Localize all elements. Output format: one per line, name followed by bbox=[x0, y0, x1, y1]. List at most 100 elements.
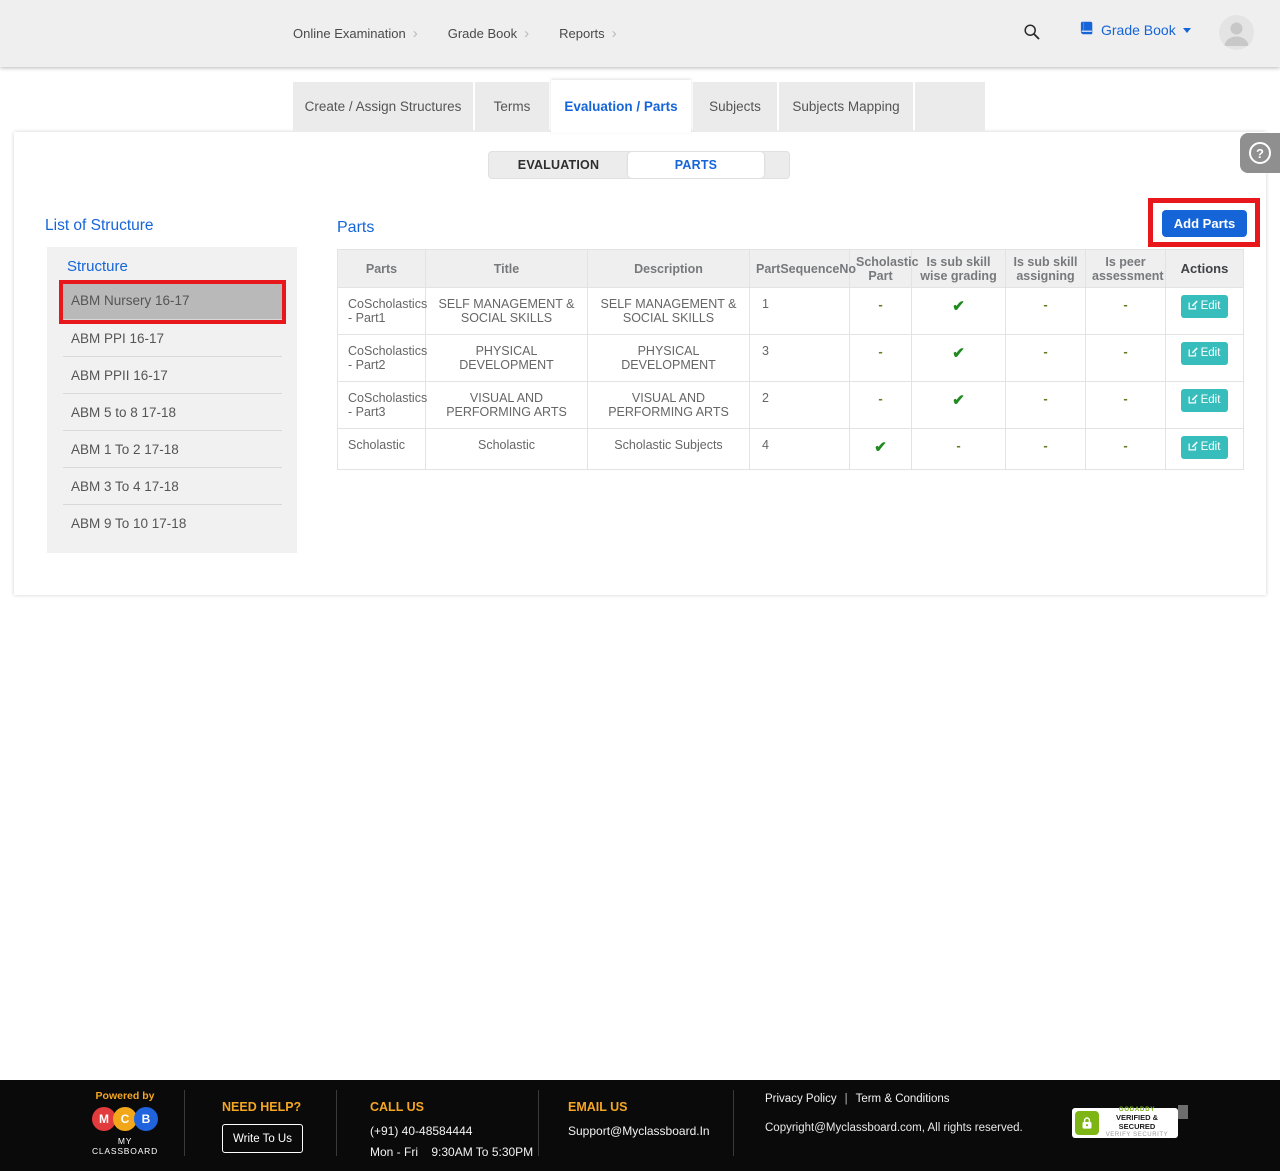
help-button[interactable]: ? bbox=[1240, 133, 1280, 173]
cell-part-sequence-no: 4 bbox=[749, 428, 850, 470]
toggle-parts[interactable]: PARTS bbox=[628, 152, 764, 178]
cell-sub-skill-assigning: - bbox=[1005, 428, 1086, 470]
cell-sub-skill-wise-grading: ✔ bbox=[911, 334, 1006, 382]
nav-item-grade-book[interactable]: Grade Book › bbox=[448, 26, 529, 41]
book-icon bbox=[1079, 21, 1094, 38]
cell-part-sequence-no: 3 bbox=[749, 334, 850, 382]
edit-button[interactable]: Edit bbox=[1180, 389, 1229, 412]
structure-item[interactable]: ABM Nursery 16-17 bbox=[63, 282, 282, 319]
cell-actions: Edit bbox=[1165, 381, 1244, 429]
cell-actions: Edit bbox=[1165, 428, 1244, 470]
top-nav: Online Examination › Grade Book › Report… bbox=[293, 0, 617, 67]
structure-item[interactable]: ABM PPI 16-17 bbox=[63, 319, 282, 356]
footer-divider bbox=[733, 1090, 734, 1156]
parts-title: Parts bbox=[337, 219, 375, 236]
terms-conditions-link[interactable]: Term & Conditions bbox=[856, 1093, 950, 1105]
add-parts-button[interactable]: Add Parts bbox=[1162, 210, 1247, 237]
col-header-scholastic-part: Scholastic Part bbox=[849, 249, 919, 288]
cell-title: VISUAL AND PERFORMING ARTS bbox=[425, 381, 588, 429]
cell-title: SELF MANAGEMENT & SOCIAL SKILLS bbox=[425, 287, 588, 335]
cell-title: PHYSICAL DEVELOPMENT bbox=[425, 334, 588, 382]
chevron-right-icon: › bbox=[524, 25, 530, 42]
edit-button[interactable]: Edit bbox=[1180, 436, 1229, 459]
logo-circle-b: B bbox=[134, 1107, 158, 1131]
search-icon[interactable] bbox=[1023, 23, 1043, 43]
copyright-text: Copyright@Myclassboard.com, All rights r… bbox=[765, 1122, 1023, 1134]
col-header-sub-skill-assigning: Is sub skill assigning bbox=[1005, 249, 1086, 288]
cell-scholastic-part: ✔ bbox=[849, 428, 912, 470]
write-to-us-button[interactable]: Write To Us bbox=[222, 1124, 303, 1153]
cell-parts: CoScholastics - Part2 bbox=[337, 334, 427, 382]
cell-sub-skill-wise-grading: ✔ bbox=[911, 287, 1006, 335]
godaddy-security-badge[interactable]: GODADDY VERIFIED & SECURED VERIFY SECURI… bbox=[1072, 1107, 1178, 1138]
table-header-row: Parts Title Description PartSequenceNo S… bbox=[337, 249, 1244, 288]
cell-sub-skill-assigning: - bbox=[1005, 334, 1086, 382]
legal-separator: | bbox=[844, 1093, 848, 1105]
cell-title: Scholastic bbox=[425, 428, 588, 470]
phone-number: (+91) 40-48584444 bbox=[370, 1124, 473, 1138]
parts-table: Parts Title Description PartSequenceNo S… bbox=[337, 249, 1244, 470]
structure-item[interactable]: ABM 3 To 4 17-18 bbox=[63, 467, 282, 504]
cell-description: PHYSICAL DEVELOPMENT bbox=[587, 334, 750, 382]
footer-divider bbox=[538, 1090, 539, 1156]
cell-actions: Edit bbox=[1165, 287, 1244, 335]
toggle-evaluation[interactable]: EVALUATION bbox=[489, 152, 628, 178]
avatar[interactable] bbox=[1219, 15, 1254, 50]
powered-by-label: Powered by bbox=[95, 1090, 155, 1102]
cell-parts: CoScholastics - Part1 bbox=[337, 287, 427, 335]
email-us-title: EMAIL US bbox=[568, 1100, 628, 1114]
col-header-actions: Actions bbox=[1165, 249, 1244, 288]
cell-parts: Scholastic bbox=[337, 428, 426, 470]
tab-subjects[interactable]: Subjects bbox=[693, 82, 777, 132]
edit-button[interactable]: Edit bbox=[1180, 295, 1229, 318]
support-email-link[interactable]: Support@Myclassboard.In bbox=[568, 1124, 710, 1138]
cell-description: SELF MANAGEMENT & SOCIAL SKILLS bbox=[587, 287, 750, 335]
tab-subjects-mapping[interactable]: Subjects Mapping bbox=[779, 82, 913, 132]
lock-shield-icon bbox=[1075, 1111, 1099, 1135]
cell-description: VISUAL AND PERFORMING ARTS bbox=[587, 381, 750, 429]
structure-item[interactable]: ABM PPII 16-17 bbox=[63, 356, 282, 393]
need-help-title: NEED HELP? bbox=[222, 1100, 302, 1114]
edit-label: Edit bbox=[1200, 441, 1221, 453]
privacy-policy-link[interactable]: Privacy Policy bbox=[765, 1093, 837, 1105]
module-switcher-grade-book[interactable]: Grade Book bbox=[1079, 21, 1191, 38]
cell-sub-skill-assigning: - bbox=[1005, 381, 1086, 429]
top-header: Online Examination › Grade Book › Report… bbox=[0, 0, 1280, 67]
call-us-title: CALL US bbox=[370, 1100, 424, 1114]
nav-label: Online Examination bbox=[293, 26, 406, 41]
cell-peer-assessment: - bbox=[1085, 287, 1166, 335]
nav-item-reports[interactable]: Reports › bbox=[559, 26, 617, 41]
nav-item-online-examination[interactable]: Online Examination › bbox=[293, 26, 418, 41]
tab-evaluation-parts[interactable]: Evaluation / Parts bbox=[551, 80, 691, 133]
caret-down-icon bbox=[1182, 28, 1191, 33]
question-mark-icon: ? bbox=[1249, 142, 1271, 164]
structure-item[interactable]: ABM 9 To 10 17-18 bbox=[63, 504, 282, 541]
cell-sub-skill-wise-grading: ✔ bbox=[911, 381, 1006, 429]
badge-line1: VERIFIED & SECURED bbox=[1115, 1113, 1159, 1131]
structure-item[interactable]: ABM 1 To 2 17-18 bbox=[63, 430, 282, 467]
edit-button[interactable]: Edit bbox=[1180, 342, 1229, 365]
cell-scholastic-part: - bbox=[849, 287, 912, 335]
page: Online Examination › Grade Book › Report… bbox=[0, 0, 1280, 1171]
structure-list: ABM Nursery 16-17 ABM PPI 16-17 ABM PPII… bbox=[47, 282, 297, 541]
tab-create-assign-structures[interactable]: Create / Assign Structures bbox=[293, 82, 473, 132]
cell-part-sequence-no: 2 bbox=[749, 381, 850, 429]
footer: Powered by M C B MY CLASSBOARD NEED HELP… bbox=[0, 1080, 1280, 1171]
cell-part-sequence-no: 1 bbox=[749, 287, 850, 335]
cell-description: Scholastic Subjects bbox=[587, 428, 750, 470]
badge-corner-tab bbox=[1178, 1105, 1188, 1119]
cell-sub-skill-wise-grading: - bbox=[911, 428, 1006, 470]
list-of-structure-title: List of Structure bbox=[45, 217, 154, 234]
cell-parts: CoScholastics - Part3 bbox=[337, 381, 427, 429]
structure-item[interactable]: ABM 5 to 8 17-18 bbox=[63, 393, 282, 430]
cell-scholastic-part: - bbox=[849, 381, 912, 429]
footer-legal: Privacy Policy | Term & Conditions Copyr… bbox=[765, 1093, 1023, 1134]
brand-name: MY CLASSBOARD bbox=[91, 1136, 159, 1156]
nav-label: Reports bbox=[559, 26, 605, 41]
table-row: CoScholastics - Part3 VISUAL AND PERFORM… bbox=[337, 381, 1244, 429]
structure-panel-title: Structure bbox=[67, 258, 128, 275]
edit-icon bbox=[1188, 393, 1199, 407]
tab-terms[interactable]: Terms bbox=[475, 82, 549, 132]
footer-need-help: NEED HELP? Write To Us bbox=[222, 1100, 303, 1153]
module-switcher-label: Grade Book bbox=[1101, 21, 1176, 38]
